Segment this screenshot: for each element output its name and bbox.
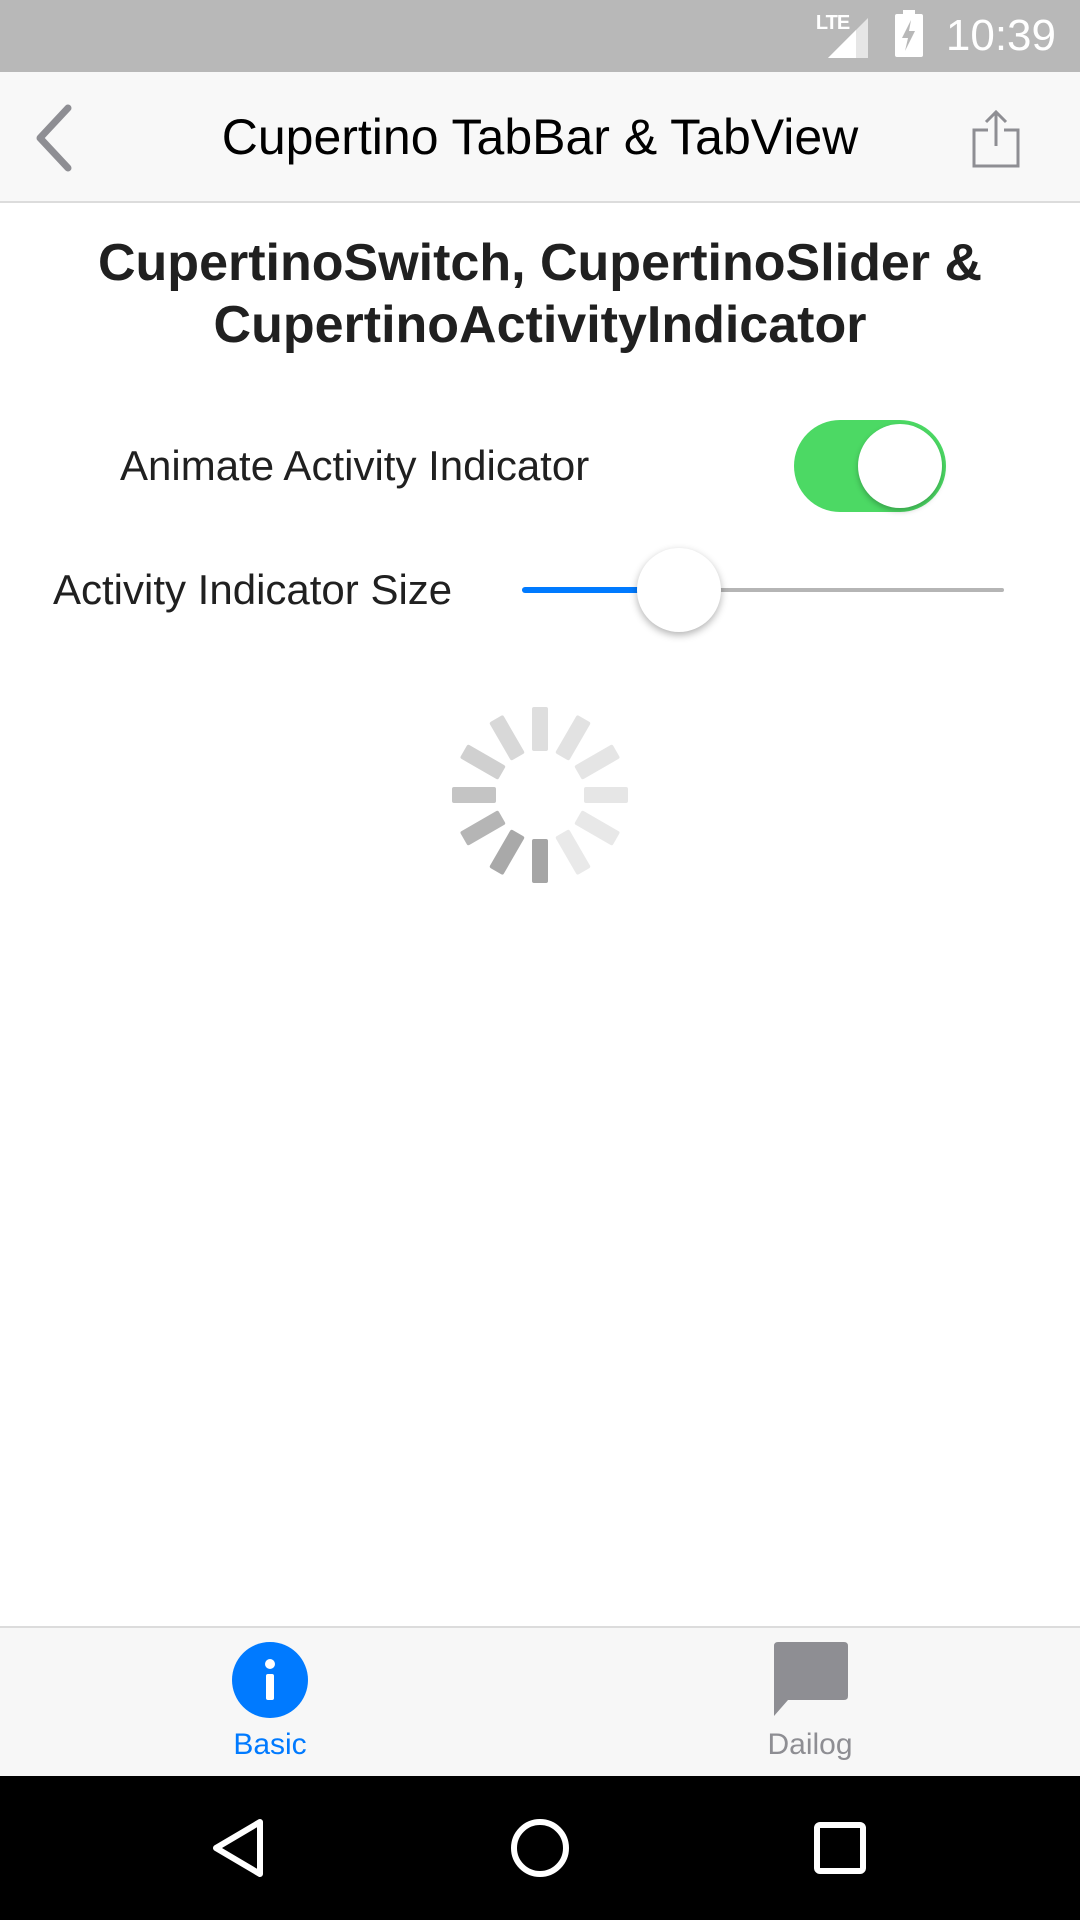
spinner-spoke: [555, 829, 591, 875]
section-title: CupertinoSwitch, CupertinoSlider & Cuper…: [97, 234, 983, 354]
activity-indicator: [450, 705, 630, 885]
tab-basic[interactable]: Basic: [0, 1628, 540, 1778]
spinner-spoke: [574, 744, 620, 780]
tab-label: Basic: [233, 1728, 307, 1761]
spinner-spoke: [574, 810, 620, 846]
recents-square-icon: [814, 1822, 866, 1874]
info-icon: [232, 1642, 308, 1718]
spinner-spoke: [460, 810, 506, 846]
system-navigation-bar: [0, 1776, 1080, 1920]
system-home-button[interactable]: [504, 1812, 576, 1884]
signal-icon: LTE: [816, 12, 872, 58]
slider-label: Activity Indicator Size: [53, 566, 453, 613]
switch-label: Animate Activity Indicator: [120, 442, 590, 489]
spinner-spoke: [452, 787, 496, 803]
slider-thumb[interactable]: [637, 548, 721, 632]
share-icon: [972, 109, 1020, 168]
indicator-size-slider[interactable]: [522, 548, 1004, 632]
share-button[interactable]: [968, 106, 1028, 170]
tab-bar: Basic Dailog: [0, 1626, 1080, 1776]
home-circle-icon: [511, 1819, 569, 1877]
navigation-bar: Cupertino TabBar & TabView: [0, 72, 1080, 203]
switch-knob[interactable]: [858, 424, 942, 508]
spinner-spoke: [489, 829, 525, 875]
chat-bubble-icon: [774, 1642, 848, 1716]
spinner-spoke: [460, 744, 506, 780]
spinner-spoke: [532, 839, 548, 883]
spinner-spoke: [532, 707, 548, 751]
battery-icon: [894, 9, 924, 63]
system-back-button[interactable]: [204, 1812, 276, 1884]
page-title: Cupertino TabBar & TabView: [221, 109, 859, 165]
tab-dialog[interactable]: Dailog: [540, 1628, 1080, 1778]
spinner-icon: [452, 707, 628, 883]
tab-label: Dailog: [767, 1728, 853, 1761]
system-recents-button[interactable]: [804, 1812, 876, 1884]
spinner-spoke: [584, 787, 628, 803]
spinner-spoke: [555, 715, 591, 761]
status-time: 10:39: [945, 11, 1056, 60]
animate-indicator-switch[interactable]: [794, 420, 946, 512]
status-bar: LTE 10:39: [0, 0, 1080, 72]
spinner-spoke: [489, 715, 525, 761]
back-triangle-icon: [213, 1819, 263, 1877]
